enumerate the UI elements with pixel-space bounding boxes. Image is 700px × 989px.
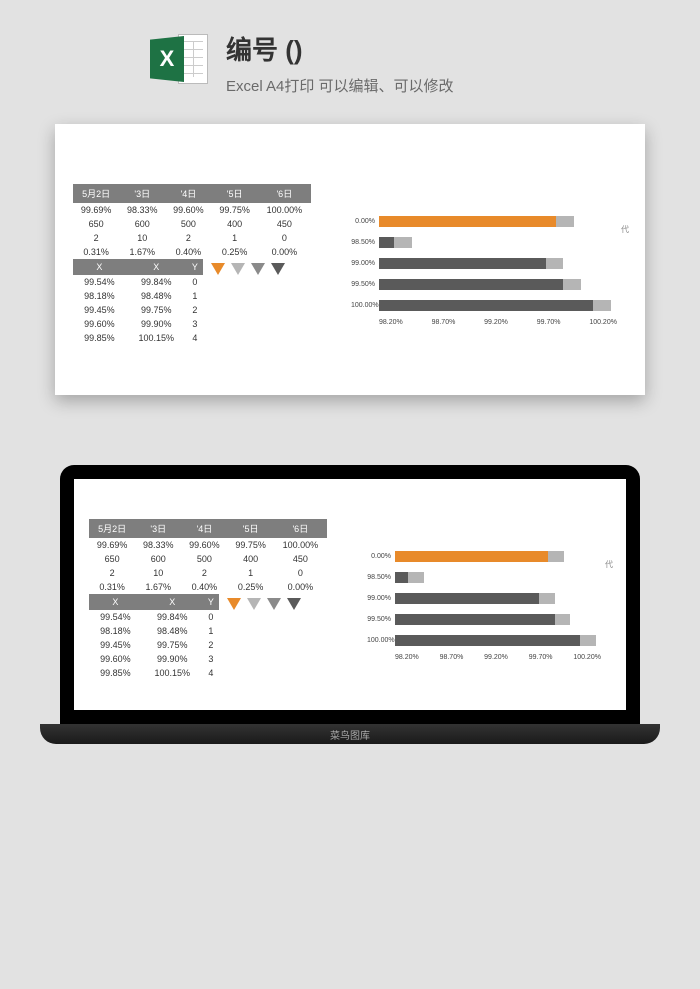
table-secondary-laptop: XXY99.54%99.84%098.18%98.48%199.45%99.75… — [89, 594, 219, 680]
table-row: 98.18%98.48%1 — [73, 289, 203, 303]
triangle-legend-laptop — [223, 598, 301, 610]
chart-bar-row: 99.00% — [351, 256, 617, 270]
col-header: '3日 — [119, 184, 165, 203]
table-row: 99.45%99.75%2 — [89, 638, 219, 652]
chart-y-label: 99.00% — [351, 260, 379, 267]
chart-y-label: 99.00% — [367, 595, 395, 602]
laptop-brand: 菜鸟图库 — [330, 727, 370, 742]
table-row: 210210 — [89, 566, 327, 580]
col-header: 5月2日 — [89, 519, 135, 538]
laptop-base: 菜鸟图库 — [40, 724, 660, 744]
page-header: X 编号 () Excel A4打印 可以编辑、可以修改 — [0, 0, 700, 116]
col-header: X — [142, 594, 203, 610]
chart-bar-row: 0.00% — [367, 549, 601, 563]
chart-bar-row: 99.00% — [367, 591, 601, 605]
triangle-icon — [247, 598, 261, 610]
chart-x-tick: 100.20% — [589, 319, 617, 326]
chart-x-tick: 98.70% — [440, 654, 464, 661]
table-row: 99.45%99.75%2 — [73, 303, 203, 317]
triangle-icon — [251, 263, 265, 275]
chart-x-tick: 99.20% — [484, 319, 508, 326]
bar-chart-laptop: 代 0.00%98.50%99.00%99.50%100.00%98.20%98… — [335, 519, 611, 680]
header-text: 编号 () Excel A4打印 可以编辑、可以修改 — [226, 30, 454, 96]
preview-card: 5月2日'3日'4日'5日'6日99.69%98.33%99.60%99.75%… — [55, 124, 645, 395]
col-header: 5月2日 — [73, 184, 119, 203]
chart-bar-row: 0.00% — [351, 214, 617, 228]
col-header: X — [73, 259, 126, 275]
chart-x-axis: 98.20% 98.70% 99.20% 99.70% 100.20% — [351, 319, 617, 326]
tables-block-laptop: 5月2日'3日'4日'5日'6日99.69%98.33%99.60%99.75%… — [89, 519, 327, 680]
chart-x-tick: 100.20% — [573, 654, 601, 661]
col-header: X — [89, 594, 142, 610]
col-header: Y — [187, 259, 203, 275]
chart-y-label: 0.00% — [367, 553, 395, 560]
chart-y-label: 99.50% — [367, 616, 395, 623]
table-row: 0.31%1.67%0.40%0.25%0.00% — [73, 245, 311, 259]
chart-y-label: 0.00% — [351, 218, 379, 225]
bar-chart: 代 0.00%98.50%99.00%99.50%100.00%98.20%98… — [319, 184, 627, 345]
table-row: 99.60%99.90%3 — [73, 317, 203, 331]
chart-y-label: 98.50% — [351, 239, 379, 246]
col-header: '5日 — [212, 184, 258, 203]
chart-bar-row: 98.50% — [367, 570, 601, 584]
chart-y-label: 99.50% — [351, 281, 379, 288]
table-row: 650600500400450 — [73, 217, 311, 231]
triangle-icon — [227, 598, 241, 610]
table-row: 99.85%100.15%4 — [89, 666, 219, 680]
col-header: '3日 — [135, 519, 181, 538]
triangle-icon — [231, 263, 245, 275]
table-row: 0.31%1.67%0.40%0.25%0.00% — [89, 580, 327, 594]
chart-x-tick: 99.70% — [529, 654, 553, 661]
col-header: '4日 — [165, 184, 211, 203]
table-row: 98.18%98.48%1 — [89, 624, 219, 638]
table-row: 99.85%100.15%4 — [73, 331, 203, 345]
triangle-icon — [287, 598, 301, 610]
chart-x-tick: 98.70% — [432, 319, 456, 326]
laptop-mockup: 5月2日'3日'4日'5日'6日99.69%98.33%99.60%99.75%… — [40, 465, 660, 744]
triangle-legend — [207, 263, 285, 275]
chart-x-tick: 98.20% — [395, 654, 419, 661]
chart-bar-row: 100.00% — [367, 633, 601, 647]
tables-block: 5月2日'3日'4日'5日'6日99.69%98.33%99.60%99.75%… — [73, 184, 311, 345]
chart-bar-row: 99.50% — [351, 277, 617, 291]
chart-x-tick: 98.20% — [379, 319, 403, 326]
chart-x-tick: 99.20% — [484, 654, 508, 661]
chart-bar-row: 100.00% — [351, 298, 617, 312]
table-secondary: XXY99.54%99.84%098.18%98.48%199.45%99.75… — [73, 259, 203, 345]
table-row: 99.69%98.33%99.60%99.75%100.00% — [73, 203, 311, 217]
table-row: 99.54%99.84%0 — [89, 610, 219, 624]
col-header: X — [126, 259, 187, 275]
col-header: '6日 — [274, 519, 327, 538]
col-header: '5日 — [228, 519, 274, 538]
col-header: '4日 — [181, 519, 227, 538]
table-row: 99.54%99.84%0 — [73, 275, 203, 289]
table-row: 210210 — [73, 231, 311, 245]
laptop-screen: 5月2日'3日'4日'5日'6日99.69%98.33%99.60%99.75%… — [60, 465, 640, 724]
chart-right-label: 代 — [621, 224, 629, 235]
table-main-laptop: 5月2日'3日'4日'5日'6日99.69%98.33%99.60%99.75%… — [89, 519, 327, 594]
table-row: 650600500400450 — [89, 552, 327, 566]
chart-bar-row: 98.50% — [351, 235, 617, 249]
chart-y-label: 100.00% — [367, 637, 395, 644]
chart-x-axis: 98.20% 98.70% 99.20% 99.70% 100.20% — [367, 654, 601, 661]
table-main: 5月2日'3日'4日'5日'6日99.69%98.33%99.60%99.75%… — [73, 184, 311, 259]
page-subtitle: Excel A4打印 可以编辑、可以修改 — [226, 75, 454, 96]
triangle-icon — [211, 263, 225, 275]
col-header: '6日 — [258, 184, 311, 203]
col-header: Y — [203, 594, 219, 610]
chart-y-label: 100.00% — [351, 302, 379, 309]
chart-x-tick: 99.70% — [537, 319, 561, 326]
chart-y-label: 98.50% — [367, 574, 395, 581]
chart-right-label-laptop: 代 — [605, 559, 613, 570]
triangle-icon — [271, 263, 285, 275]
table-row: 99.69%98.33%99.60%99.75%100.00% — [89, 538, 327, 552]
table-row: 99.60%99.90%3 — [89, 652, 219, 666]
excel-icon: X — [150, 30, 208, 88]
chart-bar-row: 99.50% — [367, 612, 601, 626]
page-title: 编号 () — [226, 30, 454, 67]
triangle-icon — [267, 598, 281, 610]
